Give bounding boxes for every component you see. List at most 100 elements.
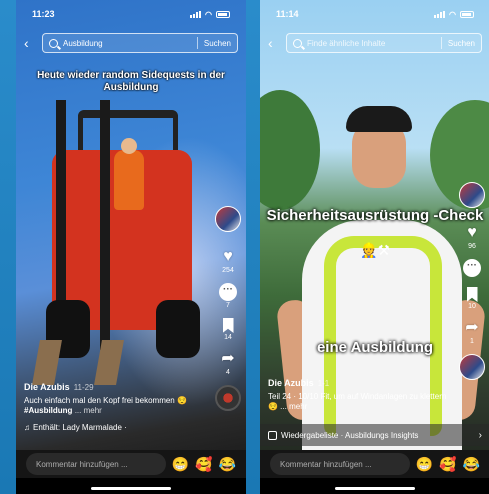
post-description[interactable]: Teil 24 · 10/10 Fit, um auf Windanlagen … [268, 392, 448, 412]
status-bar: 11:23 ◠ [16, 0, 246, 28]
heart-icon: ♥ [223, 248, 233, 265]
post-meta: Die Azubis 1-1 Teil 24 · 10/10 Fit, um au… [268, 378, 448, 412]
post-author-row[interactable]: Die Azubis 11-29 [24, 382, 204, 392]
hashtag-link[interactable]: #Ausbildung [24, 406, 72, 415]
home-indicator[interactable] [91, 487, 171, 490]
post-author[interactable]: Die Azubis [268, 378, 314, 388]
comment-count: 7 [226, 302, 230, 309]
share-button[interactable]: ➦ 4 [221, 350, 234, 376]
emoji-shortcuts: 😁 🥰 😂 [416, 456, 480, 473]
forklift-prong [32, 340, 62, 385]
music-row[interactable]: ♫ Enthält: Lady Marmalade · [24, 423, 204, 432]
back-arrow-icon[interactable]: ‹ [268, 35, 286, 51]
search-divider [196, 37, 198, 49]
more-link[interactable]: ... mehr [75, 406, 102, 415]
comment-bar: Kommentar hinzufügen ... 😁 🥰 😂 [16, 450, 246, 478]
emoji-grin[interactable]: 😁 [416, 456, 433, 473]
save-count: 14 [224, 334, 232, 341]
like-count: 96 [468, 243, 476, 250]
status-time: 11:23 [32, 9, 55, 19]
search-icon [49, 38, 58, 48]
comment-button[interactable]: ··· 7 [219, 283, 237, 309]
post-time: 1-1 [317, 379, 330, 388]
comment-input[interactable]: Kommentar hinzufügen ... [270, 453, 410, 475]
status-bar: 11:14 ◠ [260, 0, 489, 28]
heart-icon: ♥ [467, 224, 477, 241]
video-overlay-subtitle: eine Ausbildung [316, 339, 434, 356]
search-divider [440, 37, 442, 49]
signal-icon [190, 10, 202, 18]
forklift-prong [94, 340, 124, 385]
emoji-grin[interactable]: 😁 [172, 456, 189, 473]
emoji-shortcuts: 😁 🥰 😂 [172, 456, 236, 473]
battery-icon [216, 10, 230, 18]
music-disc[interactable] [459, 354, 485, 380]
video-overlay-title: Sicherheitsausrüstung -Check [266, 207, 484, 224]
bookmark-icon [222, 318, 234, 333]
comment-button[interactable]: ··· [463, 259, 481, 278]
like-button[interactable]: ♥ 254 [222, 248, 234, 274]
post-time: 11-29 [73, 383, 94, 392]
search-input[interactable]: Ausbildung Suchen [42, 33, 238, 53]
chevron-right-icon: › [478, 429, 482, 441]
tree [260, 90, 320, 210]
playlist-row[interactable]: Wiedergabeliste · Ausbildungs Insights › [260, 424, 489, 446]
wifi-icon: ◠ [449, 9, 456, 19]
back-arrow-icon[interactable]: ‹ [24, 35, 42, 51]
search-icon [293, 38, 302, 48]
save-button[interactable]: 10 [466, 287, 478, 310]
playlist-title: Wiedergabeliste · Ausbildungs Insights [281, 430, 419, 440]
share-count: 4 [226, 369, 230, 376]
share-icon: ➦ [465, 319, 479, 336]
share-count: 1 [470, 338, 474, 345]
home-bar [16, 478, 246, 494]
avatar[interactable] [215, 206, 241, 232]
driver-head [121, 138, 137, 154]
emoji-hearts[interactable]: 🥰 [195, 456, 212, 473]
status-icons: ◠ [434, 10, 474, 19]
post-meta: Die Azubis 11-29 Auch einfach mal den Kop… [24, 382, 204, 432]
share-icon: ➦ [221, 350, 235, 367]
post-author-row[interactable]: Die Azubis 1-1 [268, 378, 448, 388]
phone-left: 11:23 ◠ ‹ Ausbildung Suchen Heute wieder… [16, 0, 246, 494]
forklift-mast [100, 100, 110, 350]
emoji-laugh[interactable]: 😂 [219, 456, 236, 473]
comment-icon: ··· [219, 283, 237, 301]
like-button[interactable]: ♥ 96 [467, 224, 477, 250]
music-note-icon: ♫ [24, 423, 30, 432]
forklift-wheel [156, 300, 200, 358]
search-bar: ‹ Ausbildung Suchen [24, 32, 238, 54]
share-button[interactable]: ➦ 1 [465, 319, 478, 345]
home-bar [260, 478, 489, 494]
signal-icon [434, 10, 446, 18]
comment-bar: Kommentar hinzufügen ... 😁 🥰 😂 [260, 450, 489, 478]
person-cap [346, 106, 412, 132]
desc-text: Auch einfach mal den Kopf frei bekommen … [24, 396, 187, 405]
save-button[interactable]: 14 [222, 318, 234, 341]
battery-icon [460, 10, 474, 18]
search-button[interactable]: Suchen [448, 39, 475, 48]
search-input[interactable]: Finde ähnliche Inhalte Suchen [286, 33, 482, 53]
post-description[interactable]: Auch einfach mal den Kopf frei bekommen … [24, 396, 204, 416]
search-placeholder[interactable]: Finde ähnliche Inhalte [307, 39, 435, 48]
emoji-laugh[interactable]: 😂 [463, 456, 480, 473]
driver [114, 150, 144, 210]
search-button[interactable]: Suchen [204, 39, 231, 48]
screenshot-stage: 11:23 ◠ ‹ Ausbildung Suchen Heute wieder… [0, 0, 489, 494]
post-author[interactable]: Die Azubis [24, 382, 70, 392]
playlist-icon [268, 430, 277, 440]
status-icons: ◠ [190, 10, 230, 19]
bookmark-icon [466, 287, 478, 302]
home-indicator[interactable] [335, 487, 415, 490]
music-disc[interactable] [215, 385, 241, 411]
search-bar: ‹ Finde ähnliche Inhalte Suchen [268, 32, 482, 54]
emoji-hearts[interactable]: 🥰 [439, 456, 456, 473]
action-rail: ♥ 96 ··· 10 ➦ 1 [458, 182, 486, 380]
music-title: Enthält: Lady Marmalade · [33, 423, 127, 432]
comment-input[interactable]: Kommentar hinzufügen ... [26, 453, 166, 475]
search-query[interactable]: Ausbildung [63, 39, 191, 48]
comment-icon: ··· [463, 259, 481, 277]
video-overlay-text: Heute wieder random Sidequests in der Au… [37, 70, 225, 93]
action-rail: ♥ 254 ··· 7 14 ➦ 4 [214, 206, 242, 411]
avatar[interactable] [459, 182, 485, 208]
